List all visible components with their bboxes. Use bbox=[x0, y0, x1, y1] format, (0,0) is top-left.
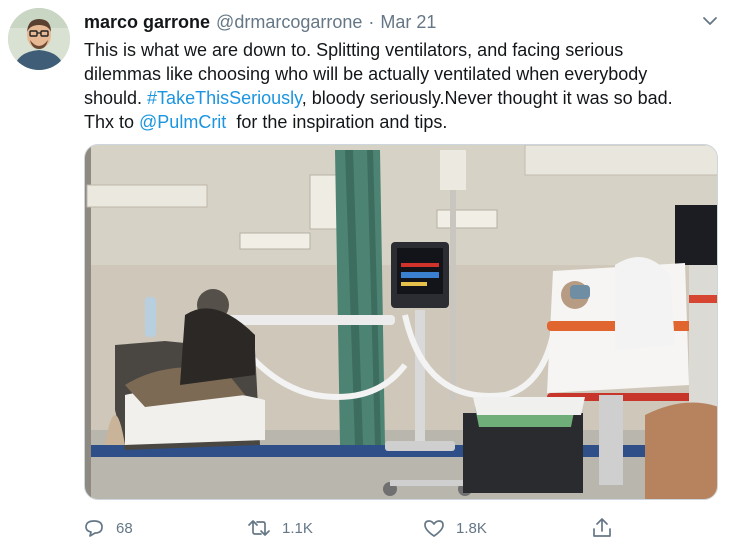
text-segment: for the inspiration and tips. bbox=[226, 112, 448, 132]
tweet-date[interactable]: Mar 21 bbox=[380, 10, 436, 34]
tweet-header: marco garrone @drmarcogarrone · Mar 21 bbox=[84, 10, 436, 34]
reply-icon bbox=[82, 516, 106, 540]
header-separator: · bbox=[368, 12, 375, 32]
retweet-count: 1.1K bbox=[282, 519, 313, 537]
chevron-down-icon[interactable] bbox=[699, 10, 721, 32]
reply-button[interactable]: 68 bbox=[82, 514, 133, 542]
tweet-line: This is what we are down to. Splitting v… bbox=[84, 40, 624, 60]
like-count: 1.8K bbox=[456, 519, 487, 537]
like-button[interactable]: 1.8K bbox=[422, 514, 487, 542]
text-segment: , bloody seriously.Never thought it was … bbox=[301, 88, 673, 108]
share-button[interactable] bbox=[590, 514, 614, 542]
tweet-line: dilemmas like choosing who will be actua… bbox=[84, 64, 648, 84]
tweet-line: should. #TakeThisSeriously, bloody serio… bbox=[84, 86, 716, 110]
tweet-line: Thx to @PulmCrit for the inspiration and… bbox=[84, 110, 716, 134]
tweet-card[interactable]: marco garrone @drmarcogarrone · Mar 21 T… bbox=[0, 0, 736, 552]
author-name[interactable]: marco garrone bbox=[84, 10, 210, 34]
avatar[interactable] bbox=[8, 8, 70, 70]
tweet-text: This is what we are down to. Splitting v… bbox=[84, 38, 716, 134]
text-segment: Thx to bbox=[84, 112, 140, 132]
hashtag-link[interactable]: #TakeThisSeriously bbox=[147, 88, 302, 108]
tweet-photo[interactable] bbox=[84, 144, 718, 500]
share-icon bbox=[590, 516, 614, 540]
heart-icon bbox=[422, 516, 446, 540]
text-segment: should. bbox=[84, 88, 148, 108]
mention-link[interactable]: @PulmCrit bbox=[139, 112, 226, 132]
tweet-actions: 68 1.1K 1.8K bbox=[82, 514, 622, 542]
reply-count: 68 bbox=[116, 519, 133, 537]
author-handle[interactable]: @drmarcogarrone bbox=[216, 10, 362, 34]
retweet-icon bbox=[246, 516, 272, 540]
retweet-button[interactable]: 1.1K bbox=[246, 514, 313, 542]
